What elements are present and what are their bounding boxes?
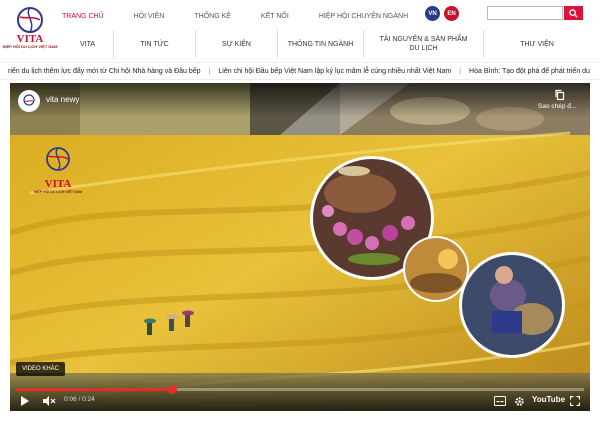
video-frame	[10, 83, 590, 411]
main-nav: VITA TIN TỨC SỰ KIỆN THÔNG TIN NGÀNH TÀI…	[62, 30, 590, 58]
ticker-separator: |	[459, 67, 462, 75]
lang-en-button[interactable]: EN	[444, 6, 459, 21]
video-brand-text: VITA	[44, 178, 72, 190]
video-top-bar	[10, 83, 590, 117]
fullscreen-icon	[570, 396, 580, 406]
nav-vita[interactable]: VITA	[62, 30, 114, 58]
more-videos-button[interactable]: VIDEO KHÁC	[16, 362, 66, 376]
video-player[interactable]: VITA HIỆP HỘI DU LỊCH VIỆT NAM vita newy…	[10, 83, 590, 411]
video-brand-logo: VITA HIỆP HỘI DU LỊCH VIỆT NAM	[28, 145, 88, 194]
search-input[interactable]	[487, 6, 563, 20]
vita-avatar-icon	[23, 94, 35, 106]
logo-subtitle: HIỆP HỘI DU LỊCH VIỆT NAM	[2, 44, 58, 49]
top-nav: TRANG CHỦ HỘI VIÊN THỐNG KÊ KẾT NỐI HIỆP…	[62, 9, 438, 23]
topnav-associations[interactable]: HIỆP HỘI CHUYÊN NGÀNH	[319, 13, 408, 20]
channel-name[interactable]: vita newy	[46, 95, 79, 104]
ticker-item[interactable]: Hòa Bình: Tạo đột phá để phát triển du	[469, 68, 590, 75]
play-icon	[21, 396, 29, 406]
search-button[interactable]	[564, 6, 583, 20]
youtube-logo[interactable]: YouTube	[532, 395, 565, 404]
news-ticker: riển du lịch thêm lực đẩy mới từ Chi hội…	[0, 62, 600, 80]
nav-news[interactable]: TIN TỨC	[114, 30, 196, 58]
video-brand-subtitle: HIỆP HỘI DU LỊCH VIỆT NAM	[33, 190, 83, 194]
subtitles-icon	[494, 396, 506, 406]
search-icon	[569, 8, 578, 18]
muted-speaker-icon	[43, 396, 56, 406]
channel-avatar[interactable]	[18, 90, 40, 112]
progress-scrubber[interactable]	[167, 385, 177, 394]
play-button[interactable]	[20, 395, 30, 407]
topnav-home[interactable]: TRANG CHỦ	[62, 13, 104, 20]
progress-bar[interactable]	[16, 385, 584, 394]
copy-link-icon[interactable]	[554, 89, 566, 101]
subtitles-button[interactable]	[494, 395, 506, 407]
topnav-members[interactable]: HỘI VIÊN	[134, 13, 165, 20]
ticker-item[interactable]: riển du lịch thêm lực đẩy mới từ Chi hội…	[8, 68, 201, 75]
fullscreen-button[interactable]	[570, 395, 580, 407]
nav-industry-info[interactable]: THÔNG TIN NGÀNH	[278, 30, 364, 58]
mute-button[interactable]	[42, 395, 56, 407]
gear-icon	[515, 396, 524, 406]
lang-vn-button[interactable]: VN	[425, 6, 440, 21]
settings-button[interactable]	[514, 395, 525, 407]
video-time: 0:06 / 0:24	[64, 396, 95, 403]
ticker-separator: |	[208, 67, 211, 75]
nav-events[interactable]: SỰ KIỆN	[196, 30, 278, 58]
copy-link-label[interactable]: Sao chép đ...	[538, 103, 576, 110]
nav-tourism-resources[interactable]: TÀI NGUYÊN & SẢN PHẨM DU LỊCH	[364, 30, 484, 58]
nav-library[interactable]: THƯ VIỆN	[484, 30, 590, 58]
topnav-connect[interactable]: KẾT NỐI	[261, 13, 289, 20]
progress-played	[16, 388, 173, 391]
topnav-statistics[interactable]: THỐNG KÊ	[194, 13, 231, 20]
ticker-item[interactable]: Liên chi hội Đầu bếp Việt Nam lập kỷ lục…	[218, 68, 451, 75]
